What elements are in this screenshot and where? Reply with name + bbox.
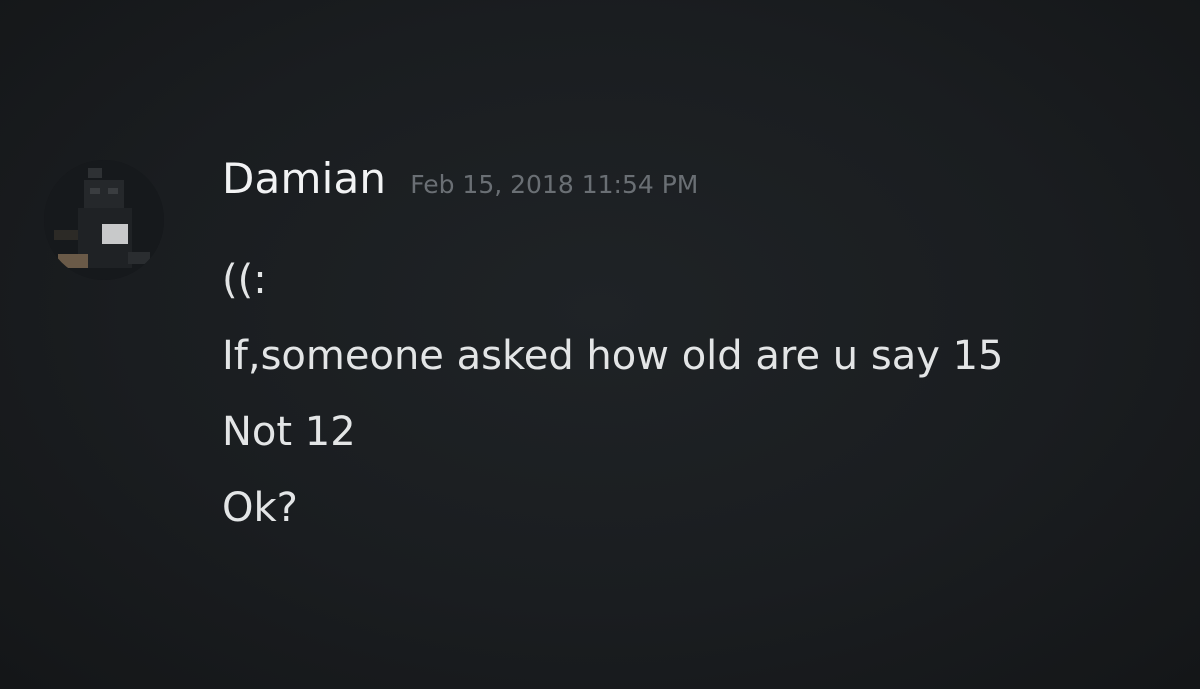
message-line: Ok? [222,485,298,531]
avatar[interactable] [44,160,164,280]
avatar-image [44,160,164,280]
timestamp: Feb 15, 2018 11:54 PM [410,170,699,199]
message-body: ((: If,someone asked how old are u say 1… [222,242,1003,546]
message-line: If,someone asked how old are u say 15 [222,333,1004,379]
username[interactable]: Damian [222,154,386,203]
message-line: Not 12 [222,409,356,455]
message-line: ((: [222,257,267,303]
message-header: Damian Feb 15, 2018 11:54 PM [222,154,698,203]
chat-message: Damian Feb 15, 2018 11:54 PM ((: If,some… [0,0,1200,689]
